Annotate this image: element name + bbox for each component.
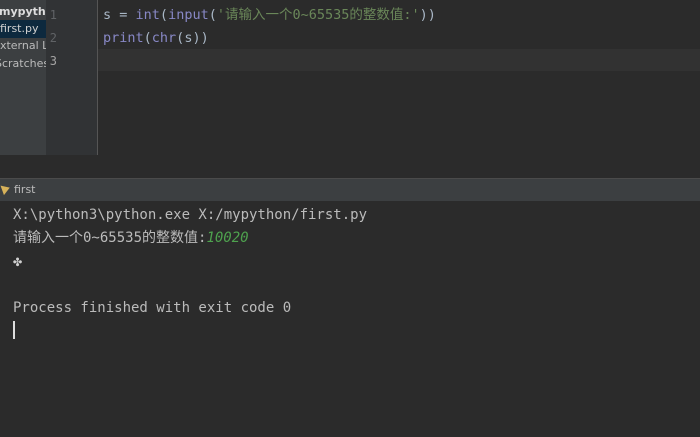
code-token: chr xyxy=(151,30,177,46)
console-exit-message: Process finished with exit code 0 xyxy=(13,300,292,316)
console-command-line: X:\python3\python.exe X:/mypython/first.… xyxy=(13,207,368,223)
editor-bottom-area xyxy=(0,155,700,178)
code-line: print(chr(s)) xyxy=(103,27,209,49)
code-editor[interactable]: s = int(input('请输入一个0~65535的整数值:')) prin… xyxy=(98,0,700,155)
scratches-node[interactable]: Scratches and Consoles xyxy=(0,55,46,73)
code-token: '请输入一个0~65535的整数值:' xyxy=(216,7,420,23)
project-root-label: mypython xyxy=(0,5,46,18)
console-user-input: 10020 xyxy=(206,230,249,246)
run-tab-first[interactable]: first xyxy=(0,181,36,199)
code-token: )) xyxy=(192,30,209,46)
run-console[interactable]: X:\python3\python.exe X:/mypython/first.… xyxy=(0,201,700,437)
line-number: 1 xyxy=(49,8,57,22)
code-token: s xyxy=(103,7,112,23)
external-libraries-node[interactable]: External Libraries xyxy=(0,37,46,55)
line-number-gutter: 1 2 3 xyxy=(46,0,98,155)
code-token: = xyxy=(111,7,136,23)
run-toolwindow-header: first xyxy=(0,178,700,202)
scratches-label: Scratches and Consoles xyxy=(0,57,46,70)
code-token: ( xyxy=(159,7,169,23)
code-token: input xyxy=(168,7,209,23)
code-line: s = int(input('请输入一个0~65535的整数值:')) xyxy=(103,4,436,26)
line-number: 2 xyxy=(49,31,57,45)
console-prompt-line: 请输入一个0~65535的整数值:10020 xyxy=(13,227,249,249)
code-token: ( xyxy=(143,30,152,46)
python-run-icon xyxy=(0,182,12,196)
project-root-node[interactable]: mypython xyxy=(0,3,46,21)
current-line-highlight xyxy=(98,49,700,71)
external-libraries-label: External Libraries xyxy=(0,39,46,52)
code-token: int xyxy=(135,7,160,23)
code-token: ( xyxy=(208,7,217,23)
console-output-char: ✤ xyxy=(13,252,23,270)
console-prompt: 请输入一个0~65535的整数值: xyxy=(13,230,207,246)
code-token: print xyxy=(103,30,144,46)
project-file-first-py[interactable]: first.py xyxy=(0,20,46,38)
console-caret xyxy=(13,321,15,339)
project-file-label: first.py xyxy=(0,22,39,35)
project-sidebar: mypython first.py External Libraries Scr… xyxy=(0,0,46,173)
ide-window: mypython first.py External Libraries Scr… xyxy=(0,0,700,437)
code-token: )) xyxy=(419,7,436,23)
run-tab-label: first xyxy=(14,183,36,196)
line-number: 3 xyxy=(49,54,57,68)
